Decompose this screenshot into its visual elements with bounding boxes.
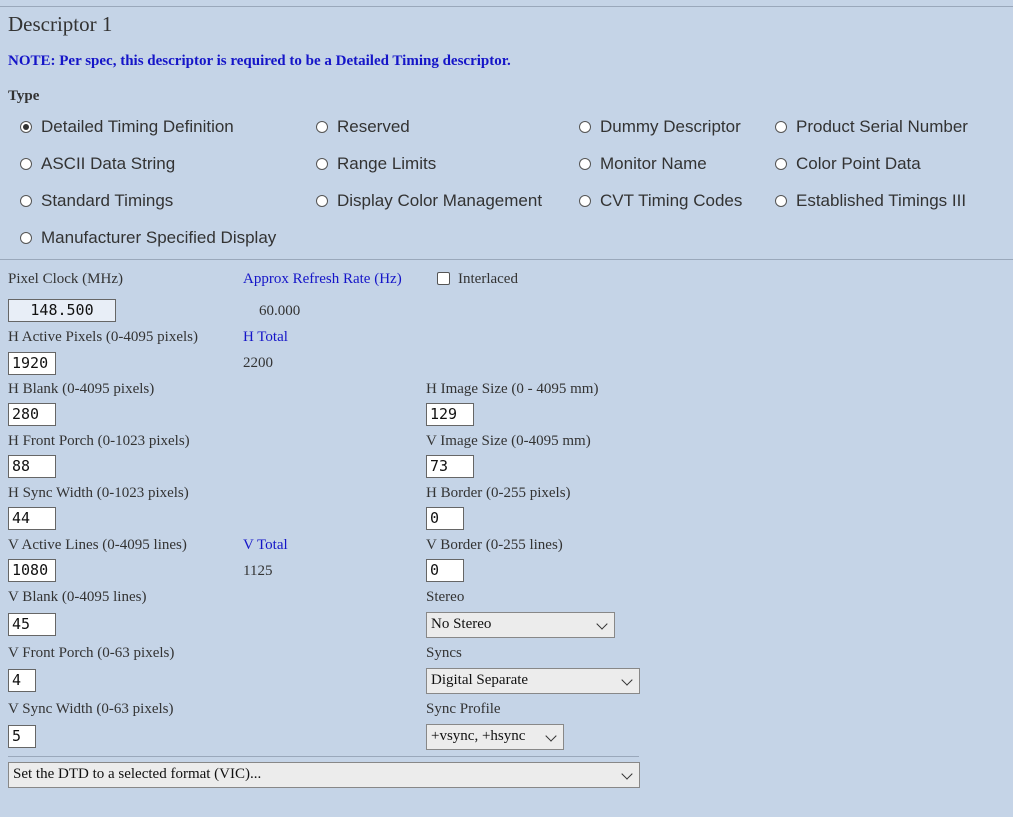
type-radio-manufacturer-specified[interactable]: Manufacturer Specified Display (20, 227, 276, 249)
radio-unchecked-icon (316, 195, 328, 207)
h-image-size-input[interactable]: 129 (426, 403, 474, 426)
type-radio-reserved[interactable]: Reserved (316, 116, 410, 138)
radio-unchecked-icon (579, 195, 591, 207)
radio-label: Standard Timings (41, 191, 174, 210)
type-heading: Type (8, 88, 40, 104)
bottom-divider (8, 756, 639, 757)
radio-label: CVT Timing Codes (600, 191, 743, 210)
sync-profile-selected-value: +vsync, +hsync (431, 728, 526, 744)
type-radio-standard-timings[interactable]: Standard Timings (20, 190, 173, 212)
type-radio-monitor-name[interactable]: Monitor Name (579, 153, 707, 175)
type-radio-range-limits[interactable]: Range Limits (316, 153, 436, 175)
stereo-selected-value: No Stereo (431, 616, 492, 632)
radio-unchecked-icon (20, 232, 32, 244)
type-radio-dummy-descriptor[interactable]: Dummy Descriptor (579, 116, 741, 138)
h-border-label: H Border (0-255 pixels) (426, 485, 571, 501)
radio-label: Product Serial Number (796, 117, 968, 136)
radio-unchecked-icon (20, 195, 32, 207)
radio-label: Detailed Timing Definition (41, 117, 234, 136)
radio-label: Dummy Descriptor (600, 117, 741, 136)
v-front-porch-label: V Front Porch (0-63 pixels) (8, 645, 175, 661)
radio-unchecked-icon (316, 158, 328, 170)
refresh-rate-value: 60.000 (259, 303, 301, 319)
stereo-label: Stereo (426, 589, 465, 605)
radio-unchecked-icon (316, 121, 328, 133)
h-border-input[interactable]: 0 (426, 507, 464, 530)
v-front-porch-input[interactable]: 4 (8, 669, 36, 692)
h-blank-label: H Blank (0-4095 pixels) (8, 381, 155, 397)
radio-label: Display Color Management (337, 191, 543, 210)
v-border-label: V Border (0-255 lines) (426, 537, 563, 553)
v-border-input[interactable]: 0 (426, 559, 464, 582)
radio-checked-icon (20, 121, 32, 133)
type-radio-ascii-string[interactable]: ASCII Data String (20, 153, 175, 175)
radio-label: Reserved (337, 117, 410, 136)
vic-format-select[interactable]: Set the DTD to a selected format (VIC)..… (8, 762, 640, 788)
v-sync-width-input[interactable]: 5 (8, 725, 36, 748)
radio-unchecked-icon (579, 121, 591, 133)
v-total-label: V Total (243, 537, 288, 553)
v-total-value: 1125 (243, 563, 273, 579)
v-image-size-input[interactable]: 73 (426, 455, 474, 478)
syncs-label: Syncs (426, 645, 462, 661)
top-divider (0, 6, 1013, 7)
type-radio-cvt-timing[interactable]: CVT Timing Codes (579, 190, 742, 212)
radio-unchecked-icon (775, 121, 787, 133)
pixel-clock-label: Pixel Clock (MHz) (8, 271, 123, 287)
radio-unchecked-icon (775, 158, 787, 170)
h-blank-input[interactable]: 280 (8, 403, 56, 426)
h-sync-width-input[interactable]: 44 (8, 507, 56, 530)
section-divider (0, 259, 1013, 260)
chevron-down-icon (596, 618, 608, 630)
radio-label: Established Timings III (796, 191, 967, 210)
interlaced-checkbox[interactable] (437, 272, 450, 285)
h-front-porch-input[interactable]: 88 (8, 455, 56, 478)
type-radio-display-color-mgmt[interactable]: Display Color Management (316, 190, 542, 212)
radio-label: Range Limits (337, 154, 437, 173)
radio-unchecked-icon (579, 158, 591, 170)
radio-label: ASCII Data String (41, 154, 176, 173)
syncs-select[interactable]: Digital Separate (426, 668, 640, 694)
chevron-down-icon (545, 730, 557, 742)
radio-unchecked-icon (20, 158, 32, 170)
v-image-size-label: V Image Size (0-4095 mm) (426, 433, 591, 449)
stereo-select[interactable]: No Stereo (426, 612, 615, 638)
chevron-down-icon (621, 674, 633, 686)
pixel-clock-input[interactable]: 148.500 (8, 299, 116, 322)
chevron-down-icon (621, 768, 633, 780)
v-blank-label: V Blank (0-4095 lines) (8, 589, 147, 605)
radio-label: Monitor Name (600, 154, 707, 173)
v-blank-input[interactable]: 45 (8, 613, 56, 636)
radio-unchecked-icon (775, 195, 787, 207)
sync-profile-label: Sync Profile (426, 701, 501, 717)
type-radio-detailed-timing[interactable]: Detailed Timing Definition (20, 116, 234, 138)
refresh-rate-label: Approx Refresh Rate (Hz) (243, 271, 402, 287)
radio-label: Color Point Data (796, 154, 921, 173)
interlaced-label: Interlaced (458, 271, 518, 287)
type-radio-established-timings[interactable]: Established Timings III (775, 190, 966, 212)
h-active-input[interactable]: 1920 (8, 352, 56, 375)
vic-format-selected-value: Set the DTD to a selected format (VIC)..… (13, 766, 262, 782)
page-title: Descriptor 1 (8, 12, 113, 36)
v-sync-width-label: V Sync Width (0-63 pixels) (8, 701, 174, 717)
spec-note: NOTE: Per spec, this descriptor is requi… (8, 53, 511, 69)
v-active-label: V Active Lines (0-4095 lines) (8, 537, 187, 553)
radio-label: Manufacturer Specified Display (41, 228, 277, 247)
h-front-porch-label: H Front Porch (0-1023 pixels) (8, 433, 190, 449)
h-active-label: H Active Pixels (0-4095 pixels) (8, 329, 198, 345)
h-total-value: 2200 (243, 355, 273, 371)
h-sync-width-label: H Sync Width (0-1023 pixels) (8, 485, 189, 501)
h-image-size-label: H Image Size (0 - 4095 mm) (426, 381, 599, 397)
sync-profile-select[interactable]: +vsync, +hsync (426, 724, 564, 750)
type-radio-color-point[interactable]: Color Point Data (775, 153, 921, 175)
v-active-input[interactable]: 1080 (8, 559, 56, 582)
syncs-selected-value: Digital Separate (431, 672, 529, 688)
type-radio-product-serial[interactable]: Product Serial Number (775, 116, 968, 138)
h-total-label: H Total (243, 329, 288, 345)
